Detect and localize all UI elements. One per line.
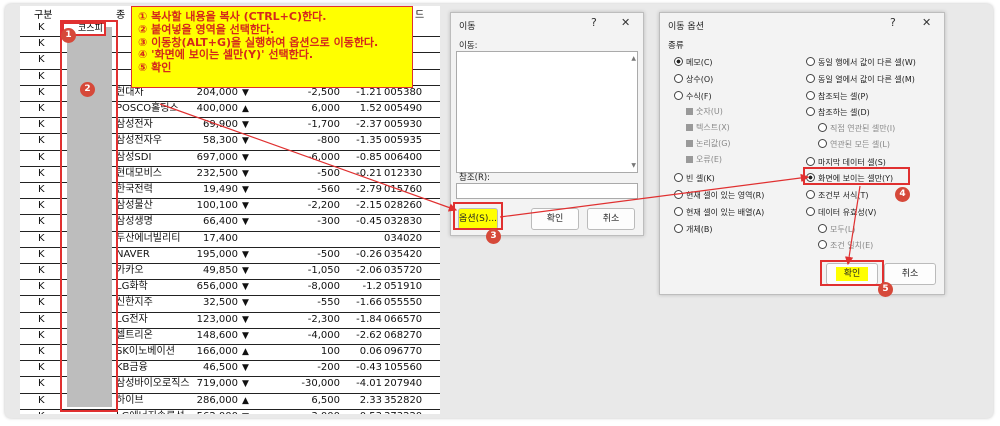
step-badge: 5 [878, 282, 893, 297]
step-badge: 4 [895, 187, 910, 202]
step-badge: 1 [61, 28, 76, 43]
arrow-to-visible-cells [499, 173, 810, 218]
arrow-to-ok [844, 185, 861, 266]
step-badge: 3 [486, 229, 501, 244]
arrow-to-options [159, 103, 458, 212]
arrow-overlay [159, 103, 861, 266]
step-badge: 2 [80, 82, 95, 97]
